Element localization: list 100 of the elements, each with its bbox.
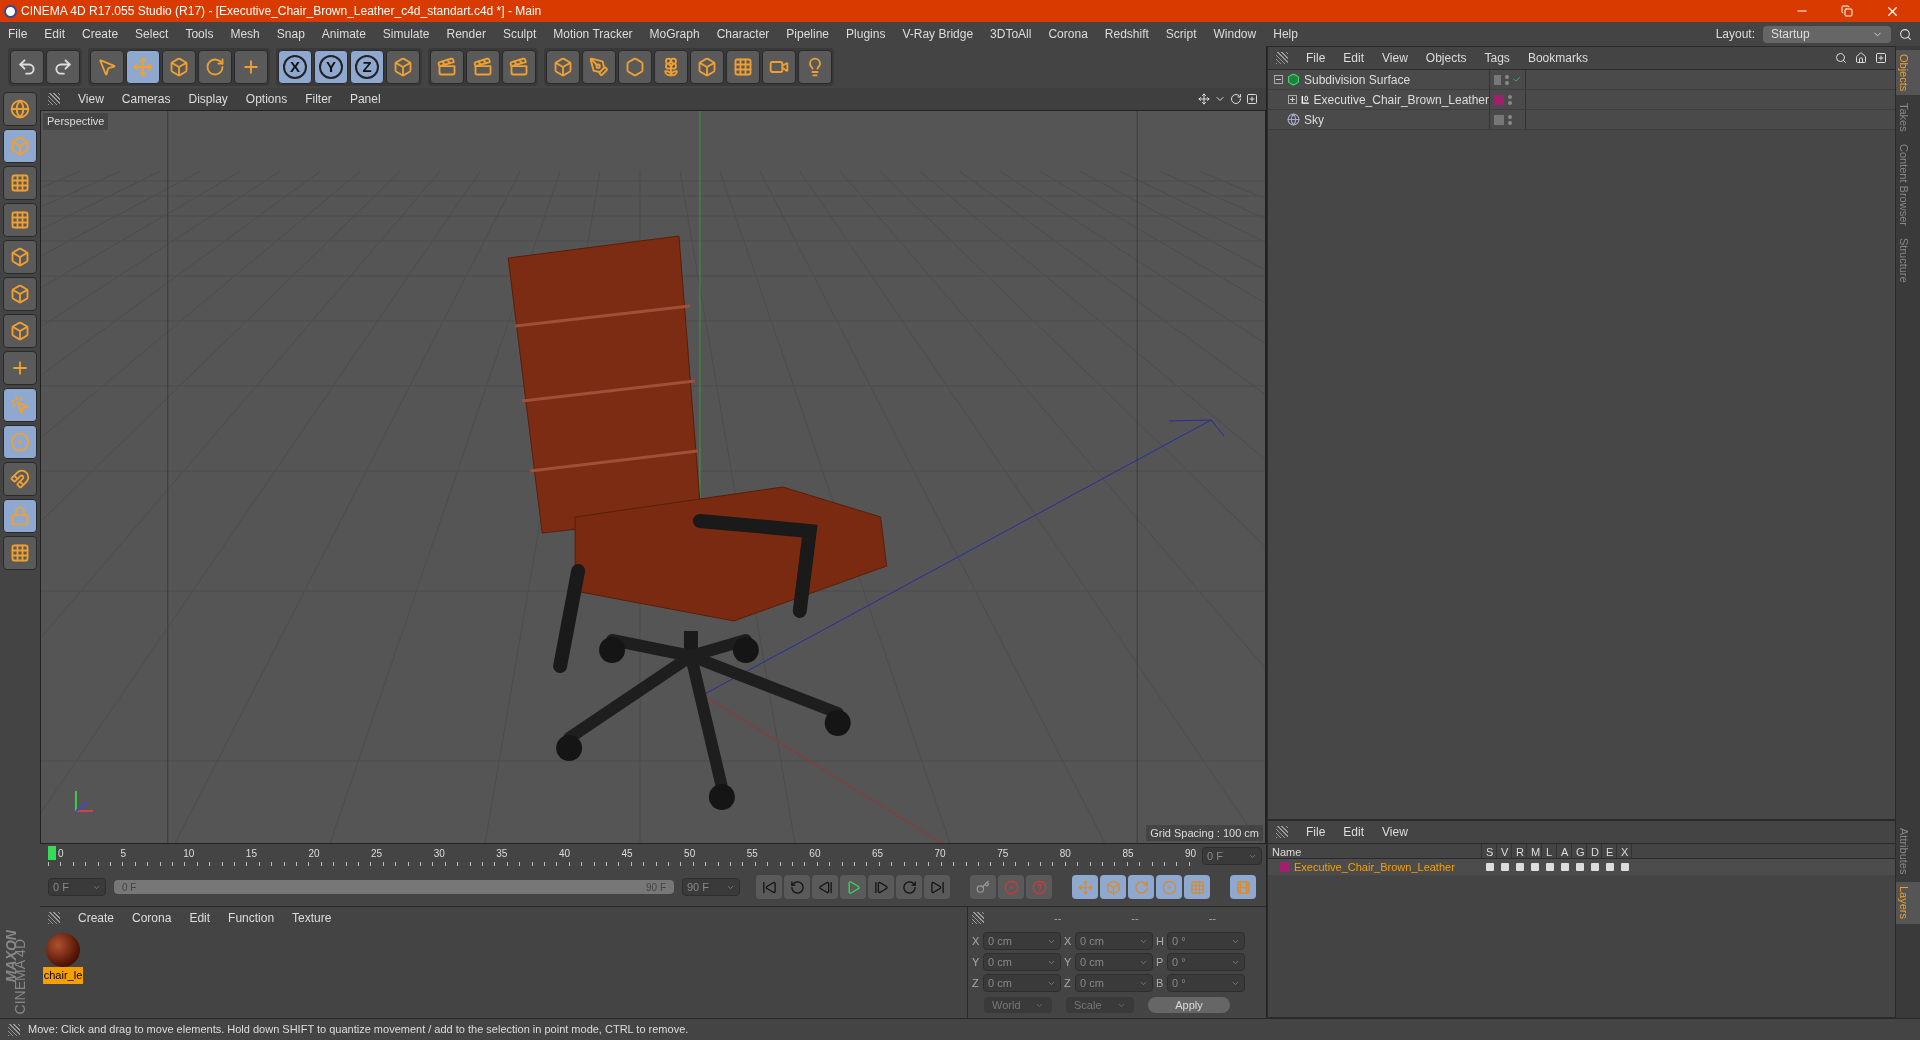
menu-item[interactable]: View [78, 90, 104, 108]
playback-button[interactable] [924, 875, 950, 899]
tool-button[interactable]: X [278, 50, 312, 84]
object-row[interactable]: Executive_Chair_Brown_Leather [1268, 90, 1895, 110]
pan-icon[interactable] [1198, 93, 1210, 105]
tool-button[interactable] [46, 50, 80, 84]
side-tab[interactable]: Layers [1896, 882, 1920, 924]
menu-item[interactable]: Tags [1484, 49, 1510, 67]
menu-item[interactable]: Cameras [121, 90, 171, 108]
side-tab[interactable]: Objects [1896, 50, 1920, 96]
menu-item[interactable]: Render [446, 25, 486, 43]
new-panel-icon[interactable] [1875, 52, 1887, 64]
menu-item[interactable]: Function [228, 909, 275, 927]
tool-button[interactable] [3, 166, 37, 200]
menu-item[interactable]: Edit [1343, 49, 1365, 67]
menu-item[interactable]: Corona [132, 909, 172, 927]
menu-item[interactable]: Motion Tracker [553, 25, 633, 43]
menu-item[interactable]: View [1382, 823, 1408, 841]
menu-item[interactable]: Edit [1343, 823, 1365, 841]
menu-item[interactable]: Pipeline [786, 25, 830, 43]
playback-button[interactable] [812, 875, 838, 899]
menu-item[interactable]: Window [1213, 25, 1257, 43]
tool-button[interactable] [162, 50, 196, 84]
tool-button[interactable] [3, 240, 37, 274]
tool-button[interactable] [762, 50, 796, 84]
menu-item[interactable]: Edit [44, 25, 66, 43]
menu-item[interactable]: Select [135, 25, 169, 43]
tool-button[interactable] [3, 203, 37, 237]
playback-button[interactable] [784, 875, 810, 899]
search-icon[interactable] [1899, 27, 1912, 41]
menu-item[interactable]: 3DToAll [990, 25, 1032, 43]
timeline-ruler[interactable]: 0 5 10 15 20 25 30 35 40 45 50 55 60 65 70 75 80 85 90 [48, 846, 1198, 866]
tool-button[interactable]: Z [350, 50, 384, 84]
playback-button[interactable] [756, 875, 782, 899]
menu-item[interactable]: Plugins [846, 25, 886, 43]
tool-button[interactable] [3, 462, 37, 496]
maximize-icon[interactable] [1246, 93, 1258, 105]
material-thumbnail[interactable]: chair_le [44, 933, 82, 984]
tool-button[interactable] [690, 50, 724, 84]
menu-item[interactable]: Options [245, 90, 288, 108]
viewport[interactable]: Perspective Grid Spacing : 100 cm [40, 110, 1266, 844]
object-name[interactable]: Subdivision Surface [1304, 70, 1411, 89]
menu-item[interactable]: Texture [292, 909, 332, 927]
tool-button[interactable] [3, 129, 37, 163]
object-row[interactable]: Subdivision Surface [1268, 70, 1895, 90]
tool-button[interactable] [502, 50, 536, 84]
restore-icon[interactable] [1841, 5, 1853, 17]
tool-button[interactable] [90, 50, 124, 84]
expand-icon[interactable] [1288, 95, 1297, 104]
menu-item[interactable]: Script [1165, 25, 1197, 43]
tool-button[interactable] [798, 50, 832, 84]
tool-button[interactable] [234, 50, 268, 84]
tool-button[interactable] [3, 388, 37, 422]
home-icon[interactable] [1855, 52, 1867, 64]
tool-button[interactable] [386, 50, 420, 84]
menu-item[interactable]: Display [188, 90, 228, 108]
menu-item[interactable]: Edit [189, 909, 211, 927]
keyframe-button[interactable] [970, 875, 996, 899]
tool-button[interactable] [3, 425, 37, 459]
check-icon[interactable] [1513, 74, 1521, 85]
object-name[interactable]: Sky [1304, 110, 1324, 129]
playback-button[interactable] [868, 875, 894, 899]
tool-button[interactable] [10, 50, 44, 84]
menu-item[interactable]: Tools [185, 25, 214, 43]
menu-item[interactable]: Redshift [1104, 25, 1149, 43]
object-name[interactable]: Executive_Chair_Brown_Leather [1313, 90, 1489, 109]
menu-item[interactable]: View [1382, 49, 1408, 67]
visibility-dots-icon[interactable] [1508, 114, 1512, 125]
tool-button[interactable] [126, 50, 160, 84]
tool-button[interactable] [582, 50, 616, 84]
menu-item[interactable]: Character [716, 25, 770, 43]
tool-button[interactable] [3, 277, 37, 311]
tool-button[interactable] [3, 351, 37, 385]
menu-item[interactable]: MoGraph [649, 25, 700, 43]
menu-item[interactable]: File [1306, 823, 1326, 841]
tool-button[interactable] [430, 50, 464, 84]
tool-button[interactable] [618, 50, 652, 84]
tool-button[interactable]: Y [314, 50, 348, 84]
tool-button[interactable] [198, 50, 232, 84]
tool-button[interactable] [546, 50, 580, 84]
menu-item[interactable]: Help [1273, 25, 1298, 43]
menu-item[interactable]: Animate [321, 25, 366, 43]
menu-item[interactable]: Corona [1048, 25, 1088, 43]
search-icon[interactable] [1835, 52, 1847, 64]
menu-item[interactable]: Simulate [382, 25, 430, 43]
tool-button[interactable] [3, 536, 37, 570]
menu-item[interactable]: Filter [305, 90, 332, 108]
object-row[interactable]: Sky [1268, 110, 1895, 130]
menu-item[interactable]: File [8, 25, 28, 43]
tool-button[interactable] [654, 50, 688, 84]
menu-item[interactable]: Panel [349, 90, 381, 108]
menu-item[interactable]: Snap [276, 25, 305, 43]
tool-button[interactable] [466, 50, 500, 84]
tool-button[interactable] [3, 92, 37, 126]
tool-button[interactable] [3, 314, 37, 348]
playback-button[interactable] [840, 875, 866, 899]
visibility-dots-icon[interactable] [1505, 74, 1510, 85]
menu-item[interactable]: Create [78, 909, 115, 927]
tool-button[interactable] [3, 499, 37, 533]
orbit-icon[interactable] [1230, 93, 1242, 105]
